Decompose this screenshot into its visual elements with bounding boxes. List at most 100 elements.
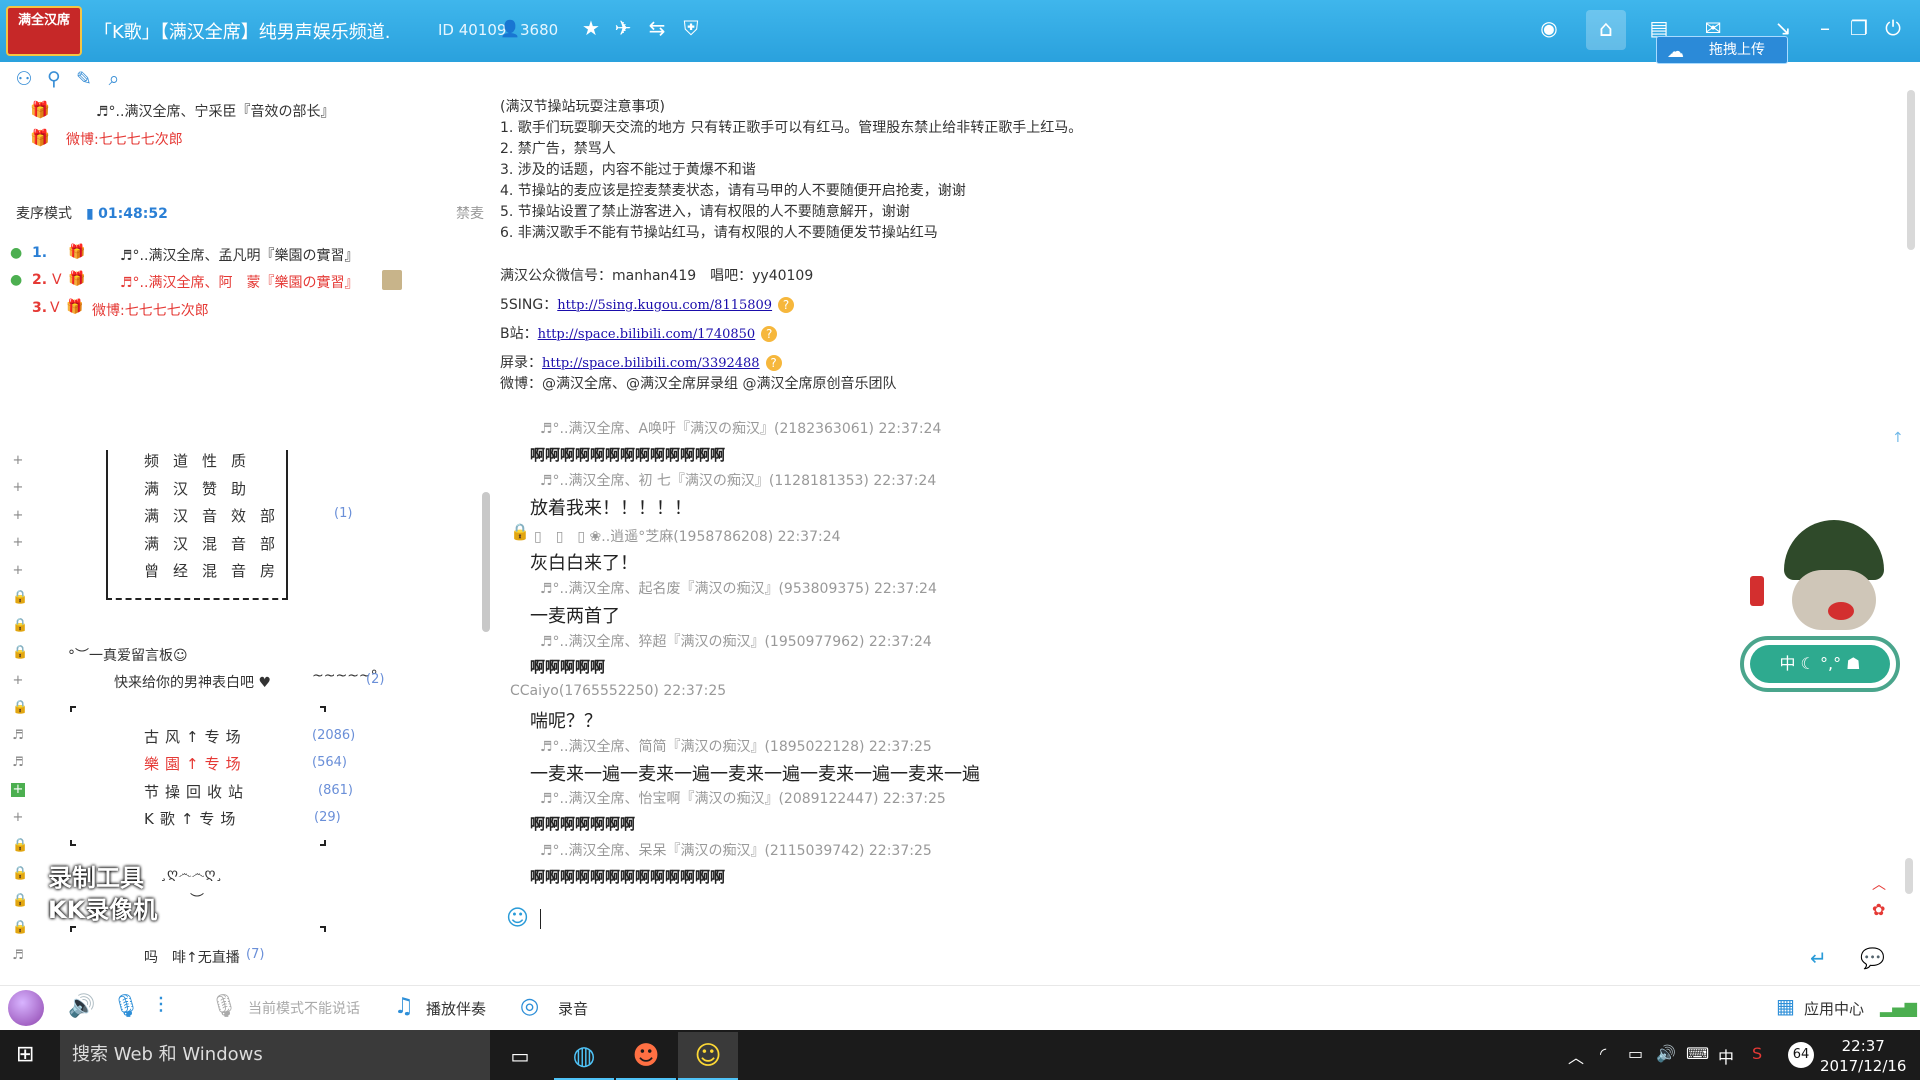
channel-item[interactable]: 满汉混音部 — [144, 533, 289, 554]
notification-icon[interactable]: ◉ — [1536, 16, 1562, 40]
channel-count: (7) — [246, 947, 265, 962]
collapse-icon[interactable]: ︿ — [1872, 874, 1886, 894]
mode-timer: 01:48:52 — [98, 206, 168, 222]
apps-grid-icon[interactable]: ▦ — [1776, 994, 1795, 1018]
channel-item[interactable]: 满汉赞助 — [144, 478, 260, 499]
task-view-icon[interactable]: ▭ — [490, 1032, 550, 1080]
close-icon[interactable]: ⏻ — [1880, 16, 1906, 40]
queue-item-2[interactable]: ♬°..满汉全席、阿 蒙『樂園の實習』 — [120, 272, 358, 292]
star-icon[interactable]: ★ — [578, 16, 604, 40]
queue-item-1[interactable]: ♬°..满汉全席、孟凡明『樂園の實習』 — [120, 245, 358, 265]
left-scrollbar[interactable] — [482, 492, 490, 632]
right-scrollbar[interactable] — [1907, 90, 1915, 250]
channel-item[interactable]: 曾经混音房 — [144, 560, 289, 581]
expand-icon[interactable]: + — [12, 480, 24, 495]
expand-icon[interactable]: + — [12, 453, 24, 468]
sogou-icon[interactable]: S — [1752, 1044, 1762, 1063]
screen-record-link[interactable]: http://space.bilibili.com/3392488 — [542, 356, 760, 371]
expand-icon[interactable]: + — [12, 508, 24, 523]
queue-item-3[interactable]: 微博:七七七七次郎 — [92, 300, 209, 320]
chat-input[interactable] — [508, 905, 1848, 935]
gift-icon: 🎁 — [66, 299, 84, 315]
message-header[interactable]: ♬°..满汉全席、简简『满汉の痴汉』(1895022128) 22:37:25 — [540, 736, 932, 756]
message-header[interactable]: ♬°..满汉全席、呆呆『满汉の痴汉』(2115039742) 22:37:25 — [540, 840, 932, 860]
message-header[interactable]: ♬°..满汉全席、起名废『满汉の痴汉』(953809375) 22:37:24 — [540, 578, 937, 598]
battery-icon[interactable]: ▭ — [1628, 1044, 1643, 1063]
search-icon[interactable]: ⌕ — [102, 68, 126, 92]
taskbar-search[interactable]: 搜索 Web 和 Windows — [60, 1030, 490, 1080]
expand-icon[interactable]: + — [12, 810, 24, 825]
channel-count: (861) — [318, 783, 353, 798]
taskbar-clock[interactable]: 22:37 2017/12/16 — [1820, 1036, 1906, 1076]
microphone-icon[interactable]: 🎙 — [112, 994, 140, 1019]
volume-icon[interactable]: 🔊 — [1656, 1044, 1676, 1063]
send-icon[interactable]: ↵ — [1810, 946, 1827, 970]
chat-bubble-icon[interactable]: 💬 — [1860, 946, 1885, 970]
message-header[interactable]: ▯ ▯ ▯ ❀..逍遥°芝麻(1958786208) 22:37:24 — [534, 526, 841, 546]
expand-icon[interactable]: + — [12, 673, 24, 688]
edit-icon[interactable]: ✎ — [72, 68, 96, 92]
channel-logo[interactable]: 满全汉席 — [6, 6, 82, 56]
top-user-1[interactable]: ♬°..满汉全席、宁采臣『音效の部长』 — [96, 101, 334, 121]
browser-icon[interactable]: ◍ — [554, 1032, 614, 1080]
badge-count[interactable]: 64 — [1788, 1042, 1814, 1068]
message-header[interactable]: CCaiyo(1765552250) 22:37:25 — [510, 683, 726, 699]
mascot-mode[interactable]: 中 ☾ °,° ☗ — [1750, 645, 1890, 683]
channel-item[interactable]: 吗 啡↑无直播 — [144, 947, 240, 967]
drag-upload-button[interactable]: ☁ 拖拽上传 — [1656, 36, 1788, 64]
message-header[interactable]: ♬°..满汉全席、怡宝啊『满汉の痴汉』(2089122447) 22:37:25 — [540, 788, 946, 808]
accompany-button[interactable]: 播放伴奏 — [426, 998, 486, 1019]
message-header[interactable]: ♬°..满汉全席、猝超『满汉の痴汉』(1950977962) 22:37:24 — [540, 631, 932, 651]
help-icon[interactable]: ? — [765, 355, 782, 371]
channel-item[interactable]: 古风↑专场 — [144, 726, 247, 747]
channel-item[interactable]: 满汉音效部 — [144, 505, 289, 526]
app-icon[interactable]: ☻ — [616, 1032, 676, 1080]
channel-count: (564) — [312, 755, 347, 770]
message-board-title[interactable]: °︶一真爱留言板☺ — [68, 645, 188, 665]
channel-item[interactable]: 节操回收站 — [144, 781, 249, 802]
channel-item[interactable]: 频道性质 — [144, 450, 260, 471]
tray-up-icon[interactable]: ︿ — [1568, 1044, 1584, 1068]
minimize-icon[interactable]: – — [1812, 16, 1838, 40]
yy-icon[interactable]: ☺ — [678, 1032, 738, 1080]
equalizer-icon[interactable]: ⫶ — [158, 994, 164, 1019]
add-icon[interactable]: + — [11, 783, 25, 797]
members-icon[interactable]: ⚇ — [12, 68, 36, 92]
record-button[interactable]: 录音 — [558, 998, 588, 1019]
keyboard-icon[interactable]: ⌨ — [1686, 1044, 1709, 1063]
vip-icon: 🎁 — [68, 271, 86, 287]
home-icon[interactable]: ⌂ — [1586, 10, 1626, 50]
chat-scrollbar[interactable] — [1905, 858, 1913, 894]
scroll-up-icon[interactable]: ↑ — [1892, 430, 1904, 446]
expand-icon[interactable]: + — [12, 535, 24, 550]
user-avatar[interactable] — [8, 990, 44, 1026]
ime-indicator[interactable]: 中 — [1718, 1044, 1734, 1068]
5sing-link[interactable]: http://5sing.kugou.com/8115809 — [557, 298, 772, 313]
lock-icon: 🔒 — [12, 590, 29, 605]
restore-icon[interactable]: ❐ — [1846, 16, 1872, 40]
app-center-button[interactable]: 应用中心 — [1804, 998, 1864, 1019]
record-icon[interactable]: ◎ — [520, 994, 539, 1019]
location-icon[interactable]: ⚲ — [42, 68, 66, 92]
mic-muted-icon: 🎙 — [210, 994, 238, 1019]
wifi-icon[interactable]: ◜ — [1600, 1044, 1606, 1063]
shield-icon[interactable]: ⛨ — [678, 16, 704, 40]
music-icon: ♬ — [12, 755, 24, 770]
channel-item[interactable]: K歌↑专场 — [144, 808, 241, 829]
speaker-icon[interactable]: 🔊 — [68, 994, 95, 1019]
message-header[interactable]: ♬°..满汉全席、初 七『满汉の痴汉』(1128181353) 22:37:24 — [540, 470, 936, 490]
share-icon[interactable]: ⇆ — [644, 16, 670, 40]
plane-icon[interactable]: ✈ — [610, 16, 636, 40]
mascot-widget[interactable]: 中 ☾ °,° ☗ — [1740, 520, 1920, 700]
windows-start-icon[interactable]: ⊞ — [16, 1042, 34, 1067]
top-user-2[interactable]: 微博:七七七七次郎 — [66, 129, 183, 149]
help-icon[interactable]: ? — [761, 326, 778, 342]
music-note-icon[interactable]: ♫ — [394, 994, 414, 1019]
flower-icon[interactable]: ✿ — [1872, 900, 1885, 919]
channel-item[interactable]: 樂園↑专场 — [144, 753, 247, 774]
message-header[interactable]: ♬°..满汉全席、A唤吁『满汉の痴汉』(2182363061) 22:37:24 — [540, 418, 941, 438]
bilibili-link[interactable]: http://space.bilibili.com/1740850 — [538, 327, 756, 342]
expand-icon[interactable]: + — [12, 563, 24, 578]
ban-mic-button[interactable]: 禁麦 — [456, 203, 484, 223]
help-icon[interactable]: ? — [778, 297, 795, 313]
